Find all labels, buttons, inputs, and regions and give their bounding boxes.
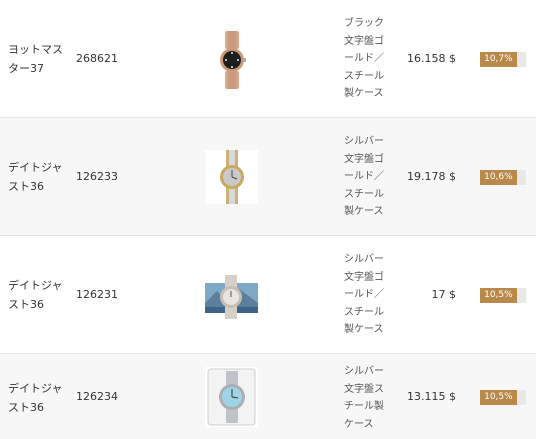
steel-watch-in-box-icon[interactable] bbox=[205, 367, 258, 427]
price: 13.115 $ bbox=[407, 390, 456, 403]
reference-number: 126233 bbox=[76, 170, 118, 183]
price: 17 $ bbox=[431, 288, 457, 301]
two-tone-watch-black-dial-icon[interactable] bbox=[205, 30, 258, 90]
change-bar: 10,7% bbox=[480, 52, 526, 67]
model-name: デイトジャスト36 bbox=[8, 279, 63, 311]
change-bar-fill: 10,7% bbox=[480, 52, 517, 67]
dial-description: シルバー文字盤ゴールド／スチール製ケース bbox=[344, 136, 384, 218]
reference-number: 268621 bbox=[76, 52, 118, 65]
model-name: ヨットマスター37 bbox=[8, 43, 63, 75]
table-row[interactable]: デイトジャスト36 126233 シルバー文字盤ゴールド／スチール製ケース 19… bbox=[0, 118, 536, 236]
change-bar: 10,6% bbox=[480, 170, 526, 185]
price: 16.158 $ bbox=[407, 52, 456, 65]
table-row[interactable]: デイトジャスト36 126234 シルバー文字盤スチール製ケース 13.115 … bbox=[0, 354, 536, 439]
table-row[interactable]: デイトジャスト36 126231 シルバー文字盤ゴールド／スチール製ケース 17… bbox=[0, 236, 536, 354]
change-bar: 10,5% bbox=[480, 390, 526, 405]
dial-description: シルバー文字盤ゴールド／スチール製ケース bbox=[344, 254, 384, 336]
change-bar-fill: 10,5% bbox=[480, 390, 517, 405]
dial-description: シルバー文字盤スチール製ケース bbox=[344, 366, 384, 430]
dial-description: ブラック文字盤ゴールド／スチール製ケース bbox=[344, 18, 384, 100]
watch-price-table: ヨットマスター37 268621 ブラック文字盤ゴールド／スチール製ケース 16… bbox=[0, 0, 536, 439]
change-bar-fill: 10,6% bbox=[480, 170, 517, 185]
model-name: デイトジャスト36 bbox=[8, 161, 63, 193]
reference-number: 126234 bbox=[76, 390, 118, 403]
model-name: デイトジャスト36 bbox=[8, 382, 63, 414]
table-row[interactable]: ヨットマスター37 268621 ブラック文字盤ゴールド／スチール製ケース 16… bbox=[0, 0, 536, 118]
watch-mountain-background-icon[interactable] bbox=[205, 270, 258, 324]
change-bar-fill: 10,5% bbox=[480, 288, 517, 303]
reference-number: 126231 bbox=[76, 288, 118, 301]
price: 19.178 $ bbox=[407, 170, 456, 183]
change-bar: 10,5% bbox=[480, 288, 526, 303]
two-tone-watch-silver-dial-icon[interactable] bbox=[205, 149, 258, 205]
